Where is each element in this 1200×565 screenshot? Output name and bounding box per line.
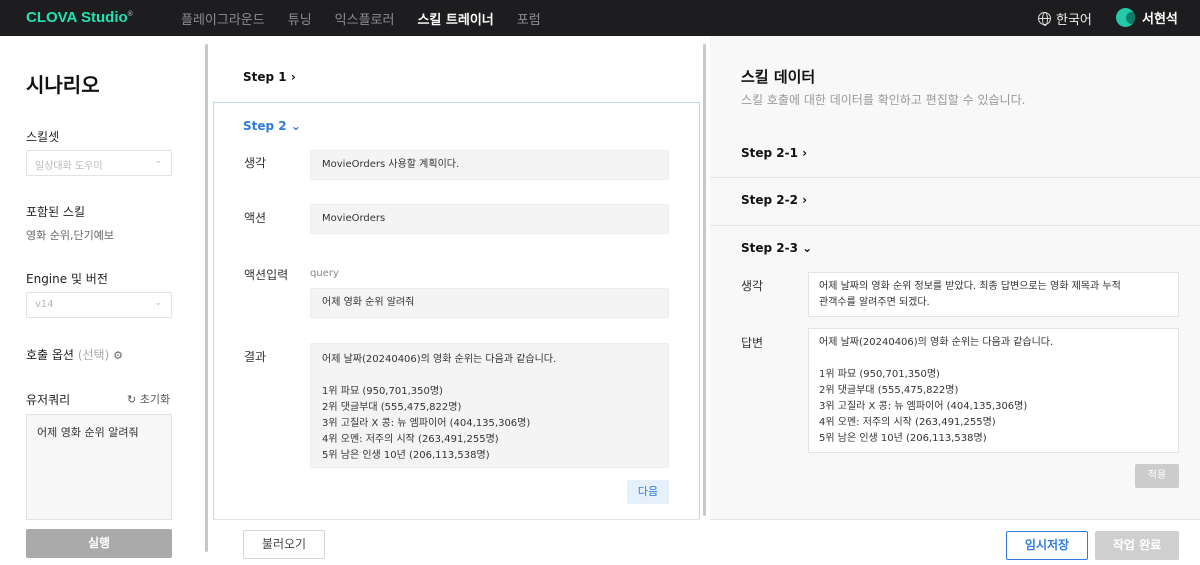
chevron-right-icon: ›: [802, 193, 808, 207]
engine-select[interactable]: v14 ⌄: [26, 292, 172, 318]
step-2-2-header[interactable]: Step 2-2 ›: [741, 193, 807, 207]
thought-field[interactable]: MovieOrders 사용할 계획이다.: [310, 150, 669, 180]
call-options[interactable]: 호출 옵션 (선택) ⚙: [26, 346, 123, 363]
step-2-1-title: Step 2-1: [741, 146, 798, 160]
step-2-2-title: Step 2-2: [741, 193, 798, 207]
scenario-sidebar: 시나리오 스킬셋 일상대화 도우미 ⌄ 포함된 스킬 영화 순위,단기예보 En…: [0, 36, 206, 565]
skill-data-title: 스킬 데이터: [741, 68, 816, 86]
avatar: [1116, 8, 1135, 27]
user-name: 서현석: [1142, 12, 1178, 27]
thought-label: 생각: [741, 279, 764, 293]
reset-button[interactable]: ↻ 초기화: [127, 391, 170, 407]
top-navigation-bar: CLOVA Studio® 플레이그라운드 튜닝 익스플로러 스킬 트레이너 포…: [0, 0, 1200, 36]
step-1-header[interactable]: Step 1 ›: [243, 70, 296, 84]
action-input-label: 액션입력: [244, 268, 289, 282]
sidebar-title: 시나리오: [26, 73, 100, 97]
user-query-input[interactable]: 어제 영화 순위 알려줘: [26, 414, 172, 520]
divider: [710, 519, 1200, 520]
action-input-field[interactable]: 어제 영화 순위 알려줘: [310, 288, 669, 318]
save-draft-button[interactable]: 임시저장: [1006, 531, 1088, 560]
steps-panel: Step 1 › Step 2 ⌄ 생각 MovieOrders 사용할 계획이…: [213, 36, 700, 565]
step-2-3-header[interactable]: Step 2-3 ⌄: [741, 241, 812, 255]
action-input-key: query: [310, 268, 339, 279]
divider: [213, 519, 700, 520]
nav-forum[interactable]: 포럼: [517, 9, 541, 28]
apply-button[interactable]: 적용: [1135, 464, 1179, 488]
load-button[interactable]: 불러오기: [243, 530, 325, 559]
complete-button[interactable]: 작업 완료: [1095, 531, 1179, 560]
logo-text: CLOVA Studio: [26, 9, 128, 26]
language-selector[interactable]: 한국어: [1038, 9, 1092, 28]
step-2-3-title: Step 2-3: [741, 241, 798, 255]
chevron-down-icon: ⌄: [154, 298, 162, 308]
step-2-header[interactable]: Step 2 ⌄: [243, 119, 301, 133]
steps-scrollbar[interactable]: [703, 44, 706, 516]
included-skills-value: 영화 순위,단기예보: [26, 229, 114, 242]
gear-icon[interactable]: ⚙: [113, 349, 123, 362]
divider: [710, 225, 1200, 226]
chevron-down-icon: ⌄: [802, 241, 813, 255]
run-button[interactable]: 실행: [26, 529, 172, 558]
thought-field[interactable]: 어제 날짜의 영화 순위 정보를 받았다. 최종 답변으로는 영화 제목과 누적…: [808, 272, 1179, 317]
nav-tuning[interactable]: 튜닝: [288, 9, 312, 28]
language-label: 한국어: [1056, 13, 1092, 28]
nav-skill-trainer[interactable]: 스킬 트레이너: [417, 9, 493, 28]
skill-data-panel: 스킬 데이터 스킬 호출에 대한 데이터를 확인하고 편집할 수 있습니다. S…: [710, 36, 1200, 520]
engine-value: v14: [35, 299, 54, 310]
skillset-select[interactable]: 일상대화 도우미 ⌄: [26, 150, 172, 176]
main-nav: 플레이그라운드 튜닝 익스플로러 스킬 트레이너 포럼: [181, 0, 541, 36]
divider: [710, 177, 1200, 178]
chevron-down-icon: ⌄: [290, 119, 301, 133]
logo-mark: ®: [127, 11, 133, 18]
skillset-value: 일상대화 도우미: [35, 161, 103, 172]
clova-studio-logo[interactable]: CLOVA Studio®: [26, 9, 133, 26]
nav-playground[interactable]: 플레이그라운드: [181, 9, 265, 28]
chevron-right-icon: ›: [290, 70, 296, 84]
action-label: 액션: [244, 211, 267, 225]
step-2-title: Step 2: [243, 119, 287, 133]
call-options-label: 호출 옵션: [26, 348, 74, 362]
user-query-label: 유저쿼리: [26, 393, 71, 407]
user-menu[interactable]: 서현석: [1116, 8, 1178, 27]
included-skills-label: 포함된 스킬: [26, 205, 86, 219]
engine-label: Engine 및 버전: [26, 272, 108, 286]
refresh-icon: ↻: [127, 393, 137, 406]
sidebar-scrollbar[interactable]: [205, 44, 208, 552]
skill-data-description: 스킬 호출에 대한 데이터를 확인하고 편집할 수 있습니다.: [741, 93, 1026, 107]
result-label: 결과: [244, 350, 267, 364]
step-1-title: Step 1: [243, 70, 287, 84]
call-options-optional: (선택): [77, 348, 110, 362]
nav-explorer[interactable]: 익스플로러: [335, 9, 395, 28]
globe-icon: [1038, 12, 1051, 26]
reset-label: 초기화: [139, 393, 171, 406]
action-field[interactable]: MovieOrders: [310, 204, 669, 234]
answer-label: 답변: [741, 336, 764, 350]
chevron-right-icon: ›: [802, 146, 808, 160]
thought-label: 생각: [244, 156, 267, 170]
result-field[interactable]: 어제 날짜(20240406)의 영화 순위는 다음과 같습니다. 1위 파묘 …: [310, 343, 669, 468]
skillset-label: 스킬셋: [26, 130, 60, 144]
next-button[interactable]: 다음: [627, 480, 669, 504]
answer-field[interactable]: 어제 날짜(20240406)의 영화 순위는 다음과 같습니다. 1위 파묘 …: [808, 328, 1179, 453]
step-2-1-header[interactable]: Step 2-1 ›: [741, 146, 807, 160]
chevron-down-icon: ⌄: [154, 156, 162, 166]
